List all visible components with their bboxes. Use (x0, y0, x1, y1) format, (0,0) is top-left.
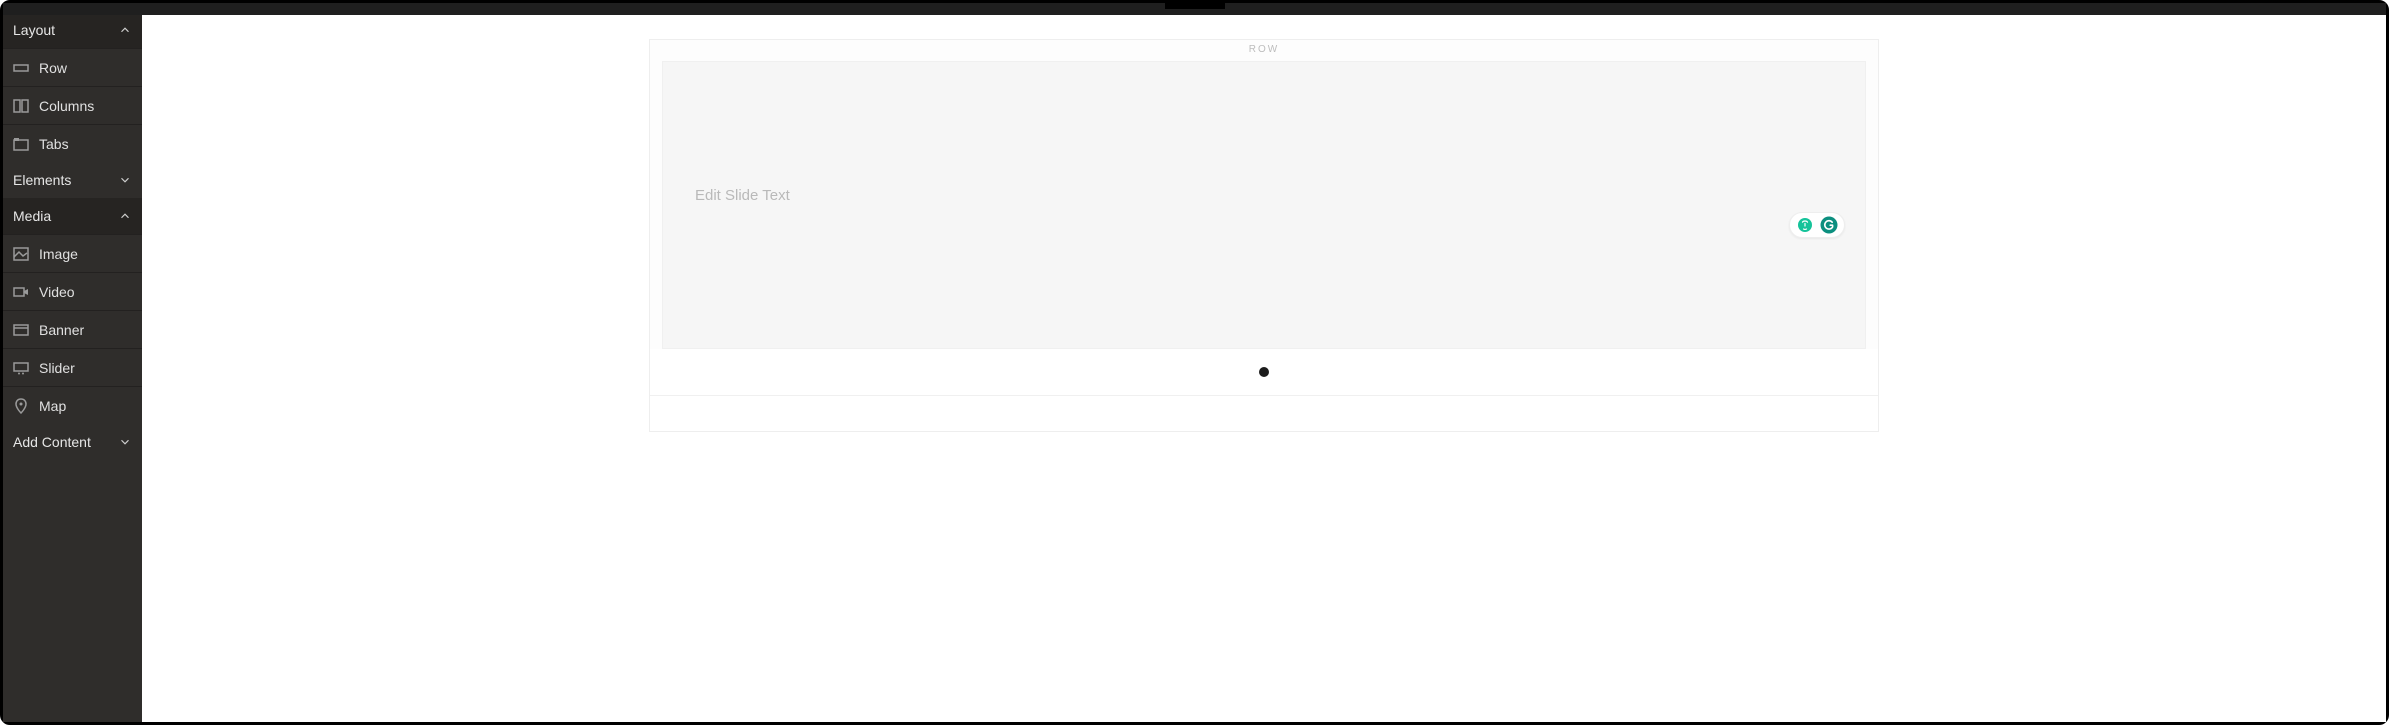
sidebar-section-label: Layout (13, 22, 55, 38)
sidebar-item-label: Image (39, 246, 78, 262)
grammarly-logo-icon[interactable] (1820, 216, 1838, 234)
sidebar-item-slider[interactable]: Slider (3, 348, 142, 386)
sidebar-section-label: Add Content (13, 434, 91, 450)
sidebar-item-image[interactable]: Image (3, 234, 142, 272)
editor-canvas[interactable]: ROW Edit Slide Text (142, 3, 2386, 722)
chevron-up-icon (118, 23, 132, 37)
grammarly-assist-icon[interactable] (1796, 216, 1814, 234)
sidebar-item-columns[interactable]: Columns (3, 86, 142, 124)
sidebar-section-elements[interactable]: Elements (3, 162, 142, 198)
sidebar-item-label: Banner (39, 322, 84, 338)
sidebar-item-row[interactable]: Row (3, 48, 142, 86)
sidebar-section-label: Media (13, 208, 51, 224)
banner-icon (13, 322, 29, 338)
sidebar-item-label: Slider (39, 360, 75, 376)
window-notch (1165, 3, 1225, 9)
video-icon (13, 284, 29, 300)
grammarly-widget (1789, 212, 1845, 238)
sidebar-item-map[interactable]: Map (3, 386, 142, 424)
chevron-down-icon (118, 435, 132, 449)
sidebar-item-video[interactable]: Video (3, 272, 142, 310)
sidebar-section-media[interactable]: Media (3, 198, 142, 234)
sidebar: Layout Row Columns (3, 3, 142, 722)
chevron-up-icon (118, 209, 132, 223)
sidebar-section-layout[interactable]: Layout (3, 12, 142, 48)
slider-icon (13, 360, 29, 376)
slide-text-placeholder[interactable]: Edit Slide Text (695, 187, 790, 204)
sidebar-item-banner[interactable]: Banner (3, 310, 142, 348)
row-label: ROW (650, 40, 1878, 57)
map-icon (13, 398, 29, 414)
sidebar-item-label: Tabs (39, 136, 69, 152)
row-block[interactable]: ROW Edit Slide Text (649, 39, 1879, 432)
sidebar-section-label: Elements (13, 172, 71, 188)
slider-pagination (650, 349, 1878, 395)
image-icon (13, 246, 29, 262)
chevron-down-icon (118, 173, 132, 187)
tabs-icon (13, 136, 29, 152)
sidebar-item-label: Map (39, 398, 66, 414)
sidebar-item-label: Row (39, 60, 67, 76)
window-topbar (3, 3, 2386, 15)
sidebar-item-tabs[interactable]: Tabs (3, 124, 142, 162)
sidebar-item-label: Columns (39, 98, 94, 114)
sidebar-section-add-content[interactable]: Add Content (3, 424, 142, 460)
row-icon (13, 60, 29, 76)
slider-dot-active[interactable] (1259, 367, 1269, 377)
columns-icon (13, 98, 29, 114)
sidebar-item-label: Video (39, 284, 75, 300)
row-footer (650, 395, 1878, 431)
slide-area[interactable]: Edit Slide Text (662, 61, 1866, 349)
